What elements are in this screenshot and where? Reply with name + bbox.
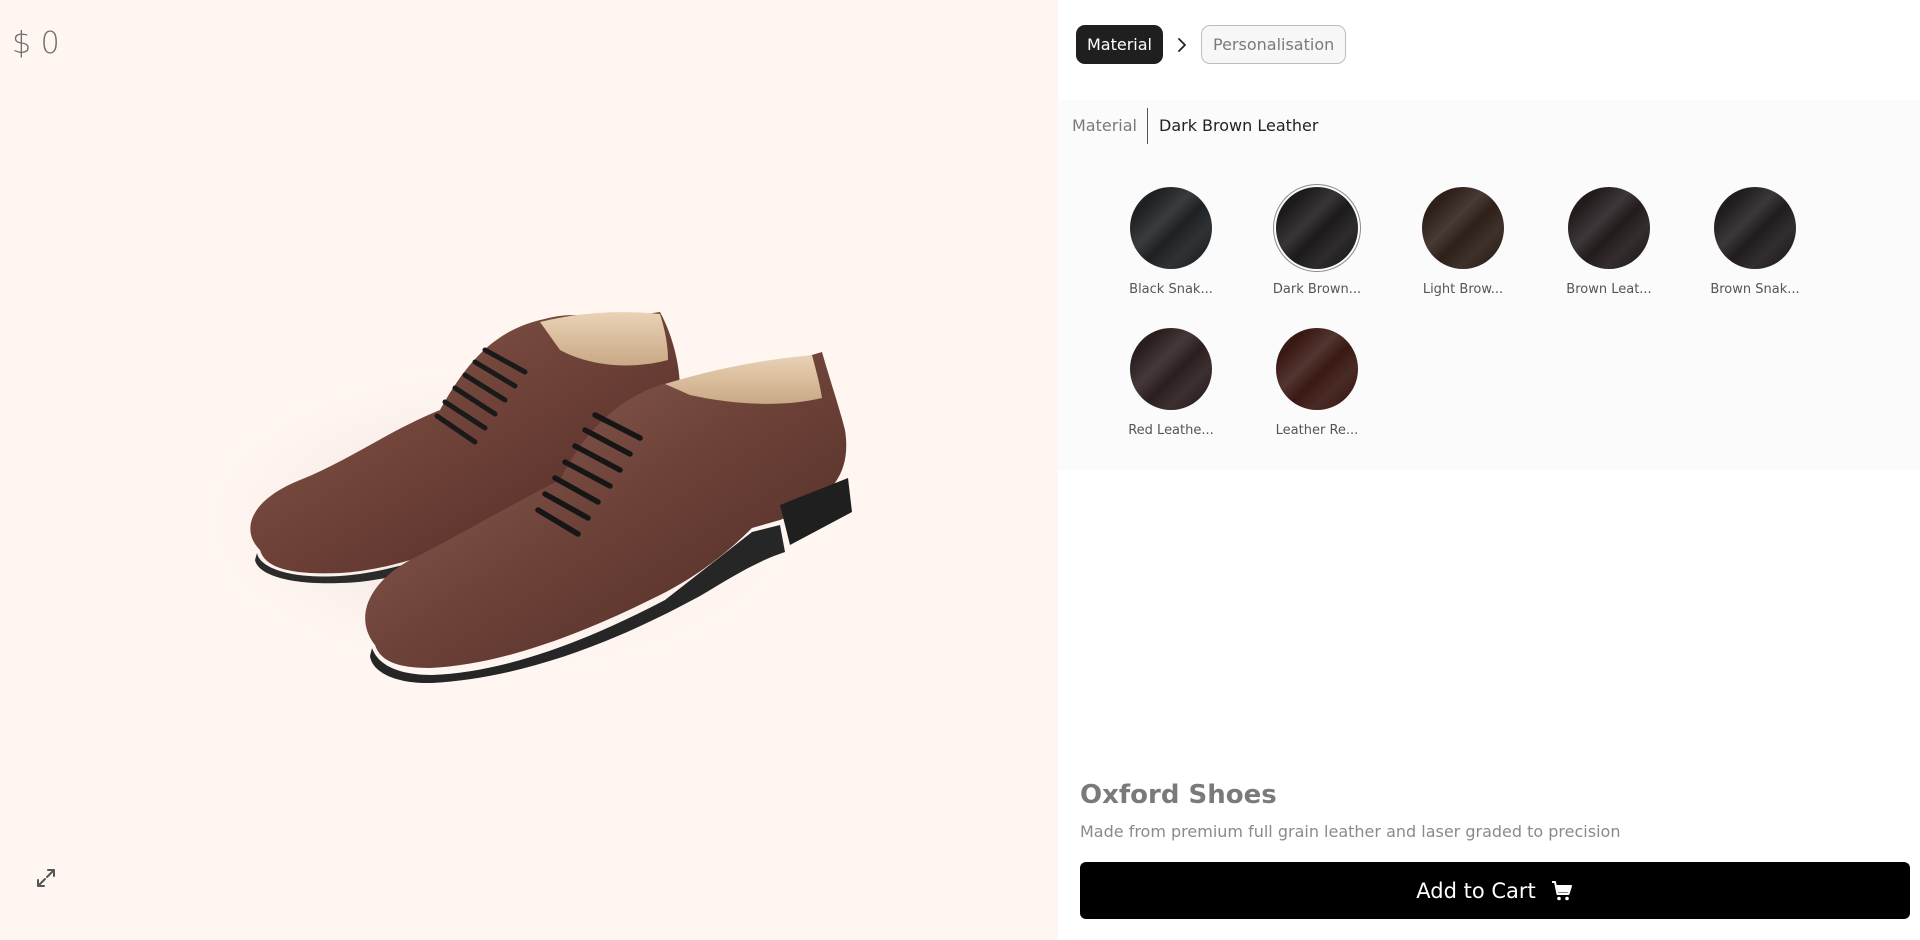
- swatch-ring: [1711, 184, 1799, 272]
- material-header: Material Dark Brown Leather: [1072, 108, 1318, 144]
- swatch-option[interactable]: Leather Re...: [1244, 325, 1390, 438]
- swatch-option[interactable]: Brown Snak...: [1682, 184, 1828, 297]
- swatch-ring: [1127, 184, 1215, 272]
- config-panel: Material Personalisation Material Dark B…: [1058, 0, 1920, 940]
- swatch-label: Red Leathe...: [1128, 423, 1214, 438]
- swatch-option[interactable]: Red Leathe...: [1098, 325, 1244, 438]
- swatch-label: Leather Re...: [1275, 423, 1359, 438]
- material-label: Material: [1072, 108, 1148, 144]
- add-to-cart-label: Add to Cart: [1416, 878, 1536, 903]
- step-personalisation-tab[interactable]: Personalisation: [1201, 25, 1347, 64]
- swatch-option[interactable]: Dark Brown...: [1244, 184, 1390, 297]
- swatch-ring: [1419, 184, 1507, 272]
- swatch-option[interactable]: Brown Leat...: [1536, 184, 1682, 297]
- product-description: Made from premium full grain leather and…: [1080, 822, 1621, 841]
- swatch-color: [1714, 187, 1796, 269]
- swatch-option[interactable]: Light Brow...: [1390, 184, 1536, 297]
- material-swatch-grid: Black Snak... Dark Brown... Light Brow..…: [1098, 184, 1828, 438]
- swatch-option[interactable]: Black Snak...: [1098, 184, 1244, 297]
- swatch-label: Light Brow...: [1422, 282, 1504, 297]
- product-title: Oxford Shoes: [1080, 780, 1277, 810]
- swatch-color: [1276, 187, 1358, 269]
- price-display: $ 0: [12, 26, 60, 61]
- step-navigation: Material Personalisation: [1076, 25, 1347, 64]
- swatch-ring: [1565, 184, 1653, 272]
- swatch-ring: [1273, 325, 1361, 413]
- swatch-ring: [1273, 184, 1361, 272]
- expand-icon[interactable]: [34, 866, 58, 890]
- swatch-label: Dark Brown...: [1272, 282, 1362, 297]
- material-section: Material Dark Brown Leather Black Snak..…: [1058, 100, 1920, 470]
- swatch-label: Black Snak...: [1129, 282, 1213, 297]
- swatch-label: Brown Leat...: [1566, 282, 1652, 297]
- step-material-tab[interactable]: Material: [1076, 25, 1163, 64]
- product-info: Oxford Shoes Made from premium full grai…: [1080, 780, 1910, 841]
- swatch-color: [1568, 187, 1650, 269]
- chevron-right-icon: [1173, 36, 1191, 54]
- swatch-ring: [1127, 325, 1215, 413]
- swatch-label: Brown Snak...: [1710, 282, 1800, 297]
- material-selected-value: Dark Brown Leather: [1159, 116, 1319, 135]
- shoe-3d-model[interactable]: [140, 300, 920, 720]
- swatch-color: [1422, 187, 1504, 269]
- swatch-color: [1276, 328, 1358, 410]
- swatch-color: [1130, 187, 1212, 269]
- swatch-color: [1130, 328, 1212, 410]
- product-viewer[interactable]: $ 0: [0, 0, 1058, 940]
- add-to-cart-button[interactable]: Add to Cart: [1080, 862, 1910, 919]
- cart-icon: [1551, 880, 1572, 900]
